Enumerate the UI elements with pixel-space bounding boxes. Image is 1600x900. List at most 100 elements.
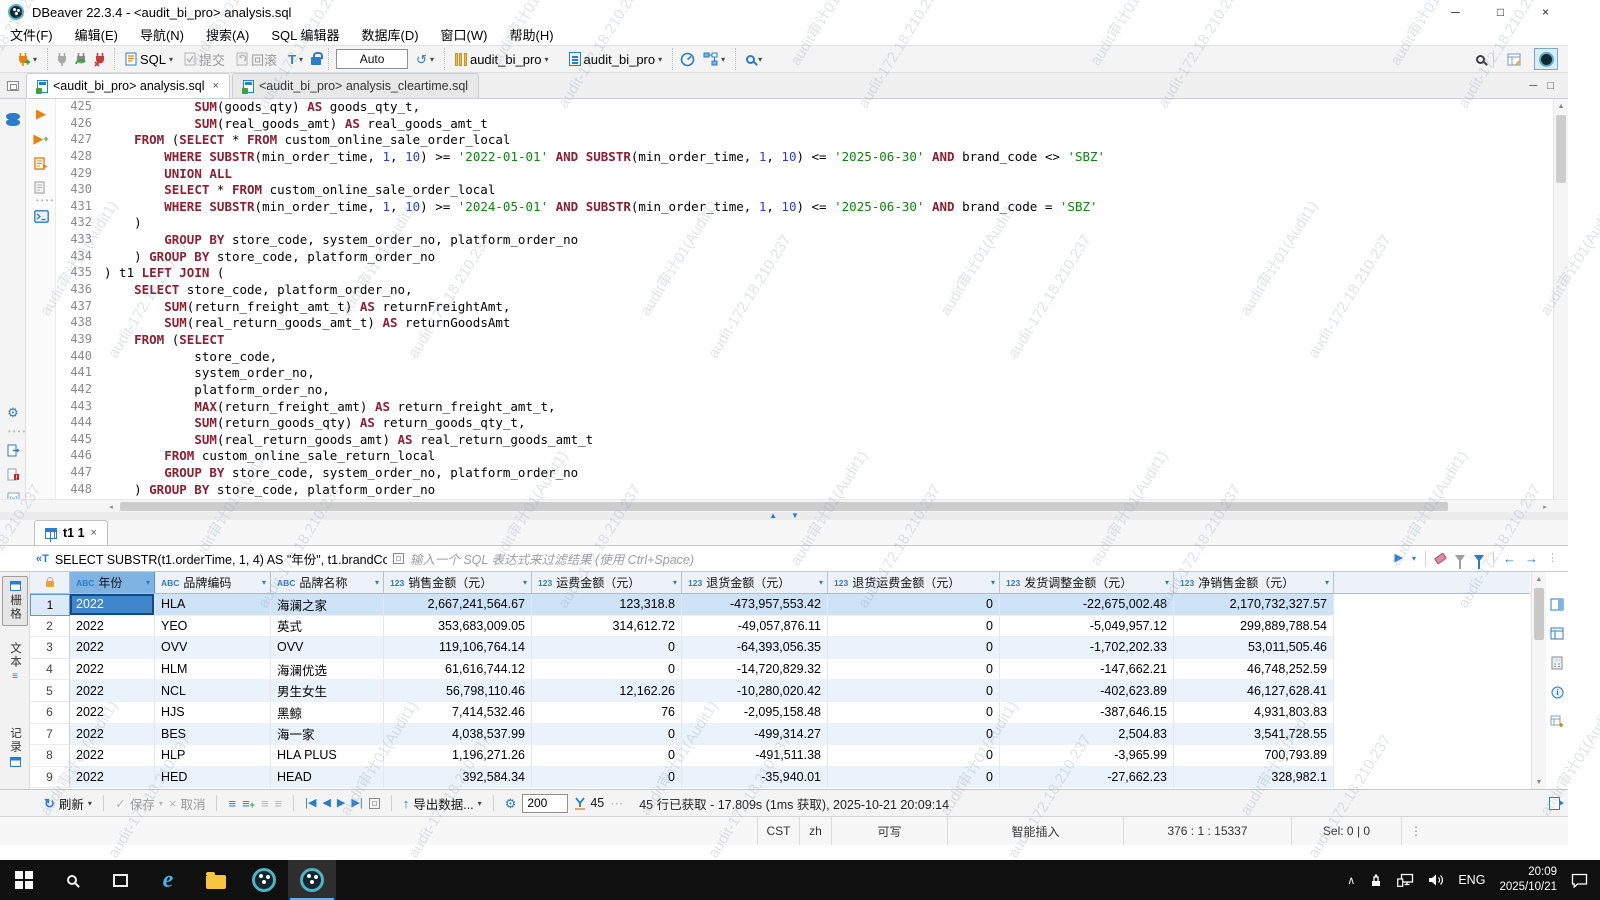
error-log-icon[interactable] xyxy=(4,465,22,483)
grid-scroll-up-icon[interactable]: ▲ xyxy=(1532,572,1546,586)
grid-cell[interactable]: -64,393,056.35 xyxy=(682,637,828,659)
grid-cell[interactable]: 56,798,110.46 xyxy=(384,680,532,702)
grid-scroll-thumb[interactable] xyxy=(1534,588,1544,640)
grid-cell[interactable]: HLM xyxy=(155,658,271,681)
execute-new-tab-icon[interactable]: ▶ + xyxy=(32,130,50,148)
row-number[interactable]: 7 xyxy=(30,723,70,746)
new-connection-button[interactable]: ▾ xyxy=(13,50,40,69)
column-header-8[interactable]: 123 净销售金额（元） ▾ xyxy=(1174,572,1334,593)
code-line[interactable]: ) xyxy=(104,215,1552,232)
save-button[interactable]: ✓ 保存 ▾ xyxy=(115,794,163,813)
fetch-settings-gear-icon[interactable]: ⚙ xyxy=(505,797,517,810)
grid-cell[interactable]: HJS xyxy=(155,701,271,724)
grid-cell[interactable]: 0 xyxy=(828,701,1000,724)
row-number[interactable]: 6 xyxy=(30,701,70,724)
metadata-panel-icon[interactable] xyxy=(1551,686,1564,702)
column-header-7[interactable]: 123 发货调整金额（元） ▾ xyxy=(1000,572,1174,593)
explain-plan-icon[interactable] xyxy=(32,178,50,196)
grid-cell[interactable]: 353,683,009.05 xyxy=(384,615,532,638)
column-filter-caret[interactable]: ▾ xyxy=(988,578,995,587)
grid-cell[interactable]: -3,965.99 xyxy=(1000,745,1174,767)
column-filter-caret[interactable]: ▾ xyxy=(816,578,823,587)
export-panel-icon[interactable] xyxy=(4,441,22,459)
taskbar-search-button[interactable] xyxy=(48,860,96,900)
grid-cell[interactable]: 700,793.89 xyxy=(1174,745,1334,767)
start-button[interactable] xyxy=(0,860,48,900)
grid-cell[interactable]: OVV xyxy=(155,637,271,659)
editor-results-splitter[interactable]: ▲ ▼ xyxy=(0,512,1568,520)
grid-cell[interactable]: 0 xyxy=(532,723,682,746)
results-tab[interactable]: t1 1 × xyxy=(34,520,108,545)
db-search-button[interactable]: ▾ xyxy=(743,53,765,66)
grid-cell[interactable]: 314,612.72 xyxy=(532,615,682,638)
editor-tab-1[interactable]: <audit_bi_pro> analysis_cleartime.sql xyxy=(231,73,480,98)
filter-menu-icon[interactable]: ⋮ xyxy=(1547,553,1558,564)
grid-cell[interactable]: 0 xyxy=(828,594,1000,616)
grid-cell[interactable]: 328,982.1 xyxy=(1174,766,1334,789)
database-select[interactable]: audit_bi_pro ▾ xyxy=(452,50,552,69)
settings-gear-icon[interactable]: ⚙ xyxy=(4,403,22,421)
column-filter-caret[interactable]: ▾ xyxy=(520,578,527,587)
grid-cell[interactable]: 12,162.26 xyxy=(532,680,682,702)
grid-cell[interactable]: HLP xyxy=(155,745,271,767)
grid-cell[interactable]: 7,414,532.46 xyxy=(384,701,532,724)
editor-scroll-thumb[interactable] xyxy=(1556,115,1566,183)
grid-cell[interactable]: 0 xyxy=(828,637,1000,659)
grid-cell[interactable]: 2,667,241,564.67 xyxy=(384,594,532,616)
dbeaver-taskbar-button[interactable] xyxy=(240,860,288,900)
column-header-2[interactable]: ABC 品牌名称 ▾ xyxy=(271,572,384,593)
grid-cell[interactable]: 2022 xyxy=(70,745,155,767)
grid-cell[interactable]: 299,889,788.54 xyxy=(1174,615,1334,638)
statusbar-overflow-icon[interactable]: ⋮ xyxy=(1402,824,1430,838)
menu-item-5[interactable]: 数据库(D) xyxy=(362,25,419,44)
grid-cell[interactable]: 0 xyxy=(532,745,682,767)
grid-cell[interactable]: 2022 xyxy=(70,766,155,789)
grid-cell[interactable]: -27,662.23 xyxy=(1000,766,1174,789)
filter-input[interactable]: 输入一个 SQL 表达式来过滤结果 (使用 Ctrl+Space) xyxy=(410,549,1389,568)
row-number[interactable]: 1 xyxy=(30,594,70,616)
database-navigator-icon[interactable] xyxy=(4,107,22,125)
calculator-icon[interactable] xyxy=(1551,656,1563,673)
code-line[interactable]: SUM(return_freight_amt_t) AS returnFreig… xyxy=(104,299,1552,316)
dashboard-icon[interactable] xyxy=(680,52,695,67)
fetch-size-input[interactable] xyxy=(522,793,569,813)
grid-cell[interactable]: 2,504.83 xyxy=(1000,723,1174,746)
toolbar-overflow-icon[interactable]: ⋯ xyxy=(610,797,623,810)
zoom-grid-icon[interactable] xyxy=(368,797,380,809)
rollback-button[interactable]: 回滚 xyxy=(233,48,280,71)
code-line[interactable]: GROUP BY store_code, system_order_no, pl… xyxy=(104,465,1552,482)
menu-item-1[interactable]: 编辑(E) xyxy=(75,25,118,44)
menu-item-2[interactable]: 导航(N) xyxy=(140,25,184,44)
column-header-5[interactable]: 123 退货金额（元） ▾ xyxy=(682,572,828,593)
refresh-button[interactable]: ↻ 刷新 ▾ xyxy=(44,794,92,813)
connect-icon[interactable] xyxy=(55,52,69,67)
grid-cell[interactable]: 海一家 xyxy=(271,723,384,746)
row-number[interactable]: 9 xyxy=(30,766,70,789)
filter-forward-icon[interactable]: → xyxy=(1525,552,1538,565)
grid-cell[interactable]: -473,957,553.42 xyxy=(682,594,828,616)
apply-filter-icon[interactable]: ▶ xyxy=(1395,553,1403,564)
scroll-up-icon[interactable]: ▲ xyxy=(1554,99,1568,113)
internet-explorer-button[interactable]: e xyxy=(144,860,192,900)
toggle-panels-icon[interactable] xyxy=(1550,598,1564,614)
grid-cell[interactable]: -499,314.27 xyxy=(682,723,828,746)
grid-cell[interactable]: 海澜优选 xyxy=(271,658,384,681)
sql-editor-button[interactable]: SQL ▾ xyxy=(122,50,176,69)
filter-back-icon[interactable]: ← xyxy=(1503,552,1516,565)
grid-vertical-scrollbar[interactable]: ▲ ▼ xyxy=(1531,572,1546,789)
transaction-history-button[interactable]: ↺ ▾ xyxy=(413,51,437,68)
grid-cell[interactable]: 2022 xyxy=(70,680,155,702)
column-header-3[interactable]: 123 销售金额（元） ▾ xyxy=(384,572,532,593)
column-filter-caret[interactable]: ▾ xyxy=(1322,578,1329,587)
grid-cell[interactable]: 46,748,252.59 xyxy=(1174,658,1334,681)
grid-cell[interactable]: 2022 xyxy=(70,615,155,638)
grid-cell[interactable]: 1,196,271.26 xyxy=(384,745,532,767)
value-panel-icon[interactable] xyxy=(1550,627,1564,643)
fetch-next-button[interactable]: 45 xyxy=(574,796,604,810)
edit-filter-icon[interactable] xyxy=(1455,555,1465,569)
cancel-button[interactable]: × 取消 xyxy=(169,794,206,813)
column-filter-caret[interactable]: ▾ xyxy=(259,578,266,587)
editor-vertical-scrollbar[interactable]: ▲ xyxy=(1553,99,1568,499)
clear-filter-icon[interactable] xyxy=(1433,552,1448,565)
grid-scroll-down-icon[interactable]: ▼ xyxy=(1532,775,1546,789)
